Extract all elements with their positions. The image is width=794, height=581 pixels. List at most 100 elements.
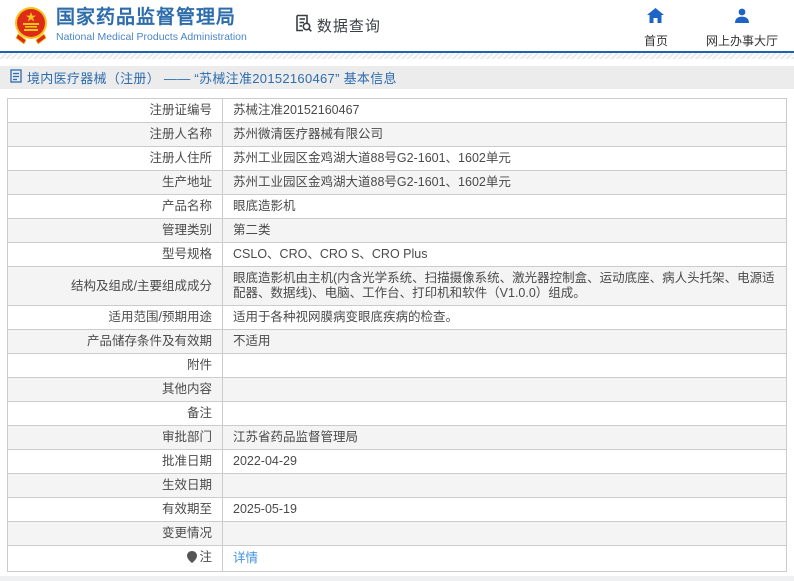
- row-value-text: 适用于各种视网膜病变眼底疾病的检查。: [233, 310, 459, 325]
- row-value-text: 苏州工业园区金鸡湖大道88号G2-1601、1602单元: [233, 151, 511, 166]
- national-emblem-icon: [14, 6, 48, 46]
- data-query-nav[interactable]: 数据查询: [293, 13, 381, 38]
- row-label-text: 生产地址: [161, 175, 212, 190]
- row-value: 苏械注准20152160467: [222, 98, 787, 124]
- table-row: 生产地址 苏州工业园区金鸡湖大道88号G2-1601、1602单元: [7, 170, 787, 196]
- nav-home-label: 首页: [643, 33, 668, 48]
- table-row: 审批部门 江苏省药品监督管理局: [7, 425, 787, 451]
- table-row: 型号规格 CSLO、CRO、CRO S、CRO Plus: [7, 242, 787, 268]
- row-value: [222, 521, 787, 547]
- row-value: 苏州工业园区金鸡湖大道88号G2-1601、1602单元: [222, 146, 787, 172]
- row-label-text: 批准日期: [161, 454, 212, 469]
- row-label: 生效日期: [7, 473, 223, 499]
- row-label: 有效期至: [7, 497, 223, 523]
- row-label: 管理类别: [7, 218, 223, 244]
- row-label-text: 管理类别: [161, 223, 212, 238]
- row-label: 型号规格: [7, 242, 223, 268]
- page-subtitle: National Medical Products Administration: [56, 31, 247, 44]
- row-label-text: 注册人住所: [149, 151, 212, 166]
- table-row: 适用范围/预期用途 适用于各种视网膜病变眼底疾病的检查。: [7, 305, 787, 331]
- row-label-text: 产品名称: [161, 199, 212, 214]
- row-value-text: 苏械注准20152160467: [233, 103, 360, 118]
- row-value-text: 第二类: [233, 223, 271, 238]
- page-title: 国家药品监督管理局: [56, 7, 237, 29]
- row-label-text: 生效日期: [161, 478, 212, 493]
- document-search-icon: [293, 13, 313, 38]
- nav-service-hall[interactable]: 网上办事大厅: [706, 8, 778, 49]
- row-label-text: 型号规格: [161, 247, 212, 262]
- row-value: [222, 377, 787, 403]
- row-value: [222, 473, 787, 499]
- row-label: 备注: [7, 401, 223, 427]
- home-icon: [647, 7, 665, 28]
- row-value-text: 不适用: [233, 334, 271, 349]
- table-row: 注册人住所 苏州工业园区金鸡湖大道88号G2-1601、1602单元: [7, 146, 787, 172]
- row-label: 适用范围/预期用途: [7, 305, 223, 331]
- row-label-text: 注册证编号: [149, 103, 212, 118]
- row-value-text: 2025-05-19: [233, 502, 297, 517]
- table-row: 注 详情: [7, 545, 787, 573]
- breadcrumb-text: 境内医疗器械（注册） —— “苏械注准20152160467” 基本信息: [27, 71, 397, 87]
- row-label: 产品储存条件及有效期: [7, 329, 223, 355]
- row-value-text: 苏州工业园区金鸡湖大道88号G2-1601、1602单元: [233, 175, 511, 190]
- row-value: 不适用: [222, 329, 787, 355]
- table-row: 批准日期 2022-04-29: [7, 449, 787, 475]
- row-label-text: 有效期至: [161, 502, 212, 517]
- table-row: 生效日期: [7, 473, 787, 499]
- row-value: 详情: [222, 545, 787, 573]
- header-nav: 首页 网上办事大厅: [636, 7, 778, 49]
- row-label: 生产地址: [7, 170, 223, 196]
- row-label-text: 产品储存条件及有效期: [86, 334, 212, 349]
- row-label-text: 结构及组成/主要组成成分: [71, 278, 212, 293]
- registration-info-table: 注册证编号 苏械注准20152160467 注册人名称 苏州微清医疗器械有限公司注册人…: [7, 98, 787, 573]
- row-label-text: 注: [199, 550, 212, 565]
- row-label: 产品名称: [7, 194, 223, 220]
- row-value: 苏州工业园区金鸡湖大道88号G2-1601、1602单元: [222, 170, 787, 196]
- nav-home[interactable]: 首页: [636, 7, 676, 49]
- data-query-label: 数据查询: [316, 17, 381, 35]
- row-label-text: 备注: [186, 406, 212, 421]
- row-label-text: 审批部门: [161, 430, 212, 445]
- row-value-text: 苏州微清医疗器械有限公司: [233, 127, 384, 142]
- row-label: 附件: [7, 353, 223, 379]
- row-value: 2025-05-19: [222, 497, 787, 523]
- user-icon: [734, 8, 750, 28]
- row-value-text: 江苏省药品监督管理局: [233, 430, 359, 445]
- row-value: [222, 401, 787, 427]
- row-label-text: 注册人名称: [149, 127, 212, 142]
- row-value-text: 眼底造影机: [233, 199, 296, 214]
- breadcrumb: 境内医疗器械（注册） —— “苏械注准20152160467” 基本信息: [0, 66, 794, 90]
- row-value: 眼底造影机: [222, 194, 787, 220]
- row-label: 其他内容: [7, 377, 223, 403]
- table-row: 有效期至 2025-05-19: [7, 497, 787, 523]
- row-label: 批准日期: [7, 449, 223, 475]
- row-label: 结构及组成/主要组成成分: [7, 266, 223, 307]
- pin-icon: [187, 551, 198, 567]
- row-value: 眼底造影机由主机(内含光学系统、扫描摄像系统、激光器控制盒、运动底座、病人头托架…: [222, 266, 787, 307]
- row-value: 苏州微清医疗器械有限公司: [222, 122, 787, 148]
- table-row: 备注: [7, 401, 787, 427]
- row-label: 注: [7, 545, 223, 573]
- row-label: 审批部门: [7, 425, 223, 451]
- row-value-text: 2022-04-29: [233, 454, 297, 469]
- row-value-text: CSLO、CRO、CRO S、CRO Plus: [233, 247, 428, 262]
- row-value: 第二类: [222, 218, 787, 244]
- table-row: 变更情况: [7, 521, 787, 547]
- row-value: CSLO、CRO、CRO S、CRO Plus: [222, 242, 787, 268]
- footer-band: [0, 576, 794, 581]
- details-link[interactable]: 详情: [233, 551, 258, 565]
- row-label-text: 适用范围/预期用途: [108, 310, 212, 325]
- hatch-divider: [0, 52, 794, 60]
- table-row: 注册证编号 苏械注准20152160467: [7, 98, 787, 124]
- document-icon: [10, 69, 22, 86]
- row-label-text: 变更情况: [161, 526, 212, 541]
- brand-block: 国家药品监督管理局 National Medical Products Admi…: [56, 7, 247, 43]
- table-row: 管理类别 第二类: [7, 218, 787, 244]
- row-value: 2022-04-29: [222, 449, 787, 475]
- row-value: 江苏省药品监督管理局: [222, 425, 787, 451]
- site-header: 国家药品监督管理局 National Medical Products Admi…: [0, 0, 794, 53]
- row-label: 注册证编号: [7, 98, 223, 124]
- row-label-text: 附件: [186, 358, 212, 373]
- table-row: 附件: [7, 353, 787, 379]
- table-row: 其他内容: [7, 377, 787, 403]
